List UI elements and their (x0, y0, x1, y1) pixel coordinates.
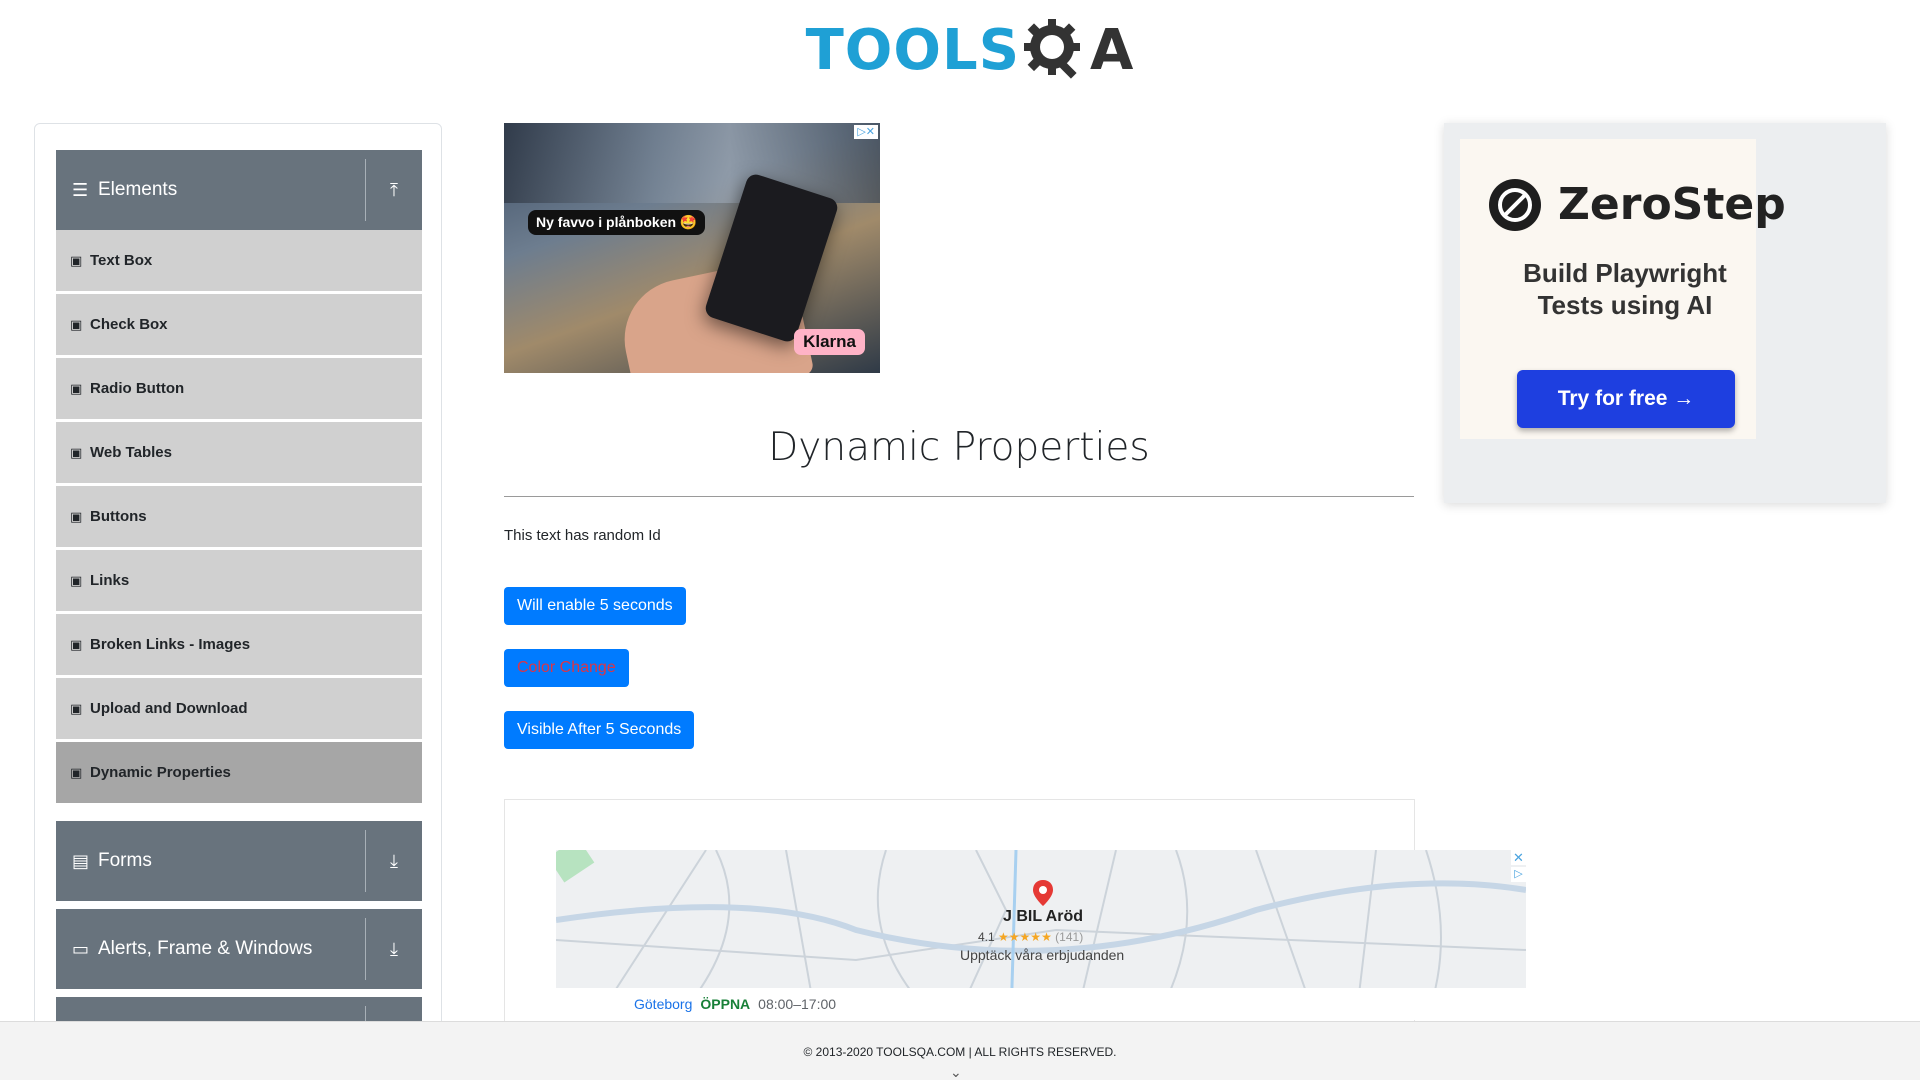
group-label: Elements (98, 179, 178, 200)
item-label: Buttons (90, 508, 147, 525)
star-icons: ★★★★★ (998, 930, 1052, 944)
copyright-text: © 2013-2020 TOOLSQA.COM | ALL RIGHTS RES… (803, 1045, 1117, 1059)
sidebar-item-web-tables[interactable]: ▣ Web Tables (56, 422, 422, 484)
rating-value: 4.1 (978, 930, 995, 944)
html-badge-icon: ▣ (70, 316, 83, 332)
item-label: Radio Button (90, 380, 185, 397)
ad-caption: Ny favvo i plånboken 🤩 (528, 210, 706, 235)
adchoices-icon[interactable]: ▷ (1511, 867, 1526, 882)
item-label: Check Box (90, 316, 168, 333)
header: TOOLS A (0, 0, 1920, 100)
random-id-text: This text has random Id (504, 527, 661, 544)
divider (365, 159, 366, 221)
sidebar-item-links[interactable]: ▣ Links (56, 550, 422, 612)
business-name[interactable]: J BIL Aröd (1003, 908, 1083, 926)
enable-after-button[interactable]: Will enable 5 seconds (504, 587, 686, 625)
group-label: Forms (98, 850, 152, 871)
hamburger-icon: ☰ (72, 179, 89, 200)
sidebar-item-radio-button[interactable]: ▣ Radio Button (56, 358, 422, 420)
ad-background (504, 123, 880, 203)
download-arrow-icon: ⤓ (390, 938, 398, 959)
logo-text-a: A (1090, 17, 1135, 83)
review-count: (141) (1055, 930, 1084, 944)
sidebar: ☰ Elements ⤒ ▣ Text Box ▣ Check Box ▣ Ra… (34, 123, 442, 1033)
divider (365, 830, 366, 892)
upload-arrow-icon: ⤒ (390, 179, 398, 200)
html-badge-icon: ▣ (70, 764, 83, 780)
opening-hours: 08:00–17:00 (758, 996, 837, 1012)
item-label: Links (90, 572, 130, 589)
html-badge-icon: ▣ (70, 636, 83, 652)
toolsqa-logo[interactable]: TOOLS A (806, 17, 1135, 83)
title-divider (504, 496, 1414, 497)
sidebar-item-upload-download[interactable]: ▣ Upload and Download (56, 678, 422, 740)
ad-panel: ZeroStep Build Playwright Tests using AI… (1460, 139, 1786, 439)
html-badge-icon: ▣ (70, 572, 83, 588)
map-ad-info-bar[interactable]: Göteborg ÖPPNA 08:00–17:00 (556, 988, 1526, 1020)
window-icon: ▭ (72, 938, 90, 959)
item-label: Text Box (90, 252, 153, 269)
item-label: Upload and Download (90, 700, 248, 717)
zerostep-logo-icon (1489, 179, 1541, 231)
sidebar-group-alerts[interactable]: ▭ Alerts, Frame & Windows ⤓ (56, 909, 422, 989)
location-pin-icon (1033, 880, 1053, 906)
subtitle-line: Tests using AI (1537, 290, 1713, 320)
item-label: Web Tables (90, 444, 172, 461)
klarna-logo: Klarna (794, 329, 865, 355)
close-icon[interactable]: ✕ (1511, 850, 1526, 865)
html-badge-icon: ▣ (70, 444, 83, 460)
html-badge-icon: ▣ (70, 380, 83, 396)
html-badge-icon: ▣ (70, 700, 83, 716)
offer-text[interactable]: Upptäck våra erbjudanden (960, 947, 1124, 963)
download-arrow-icon: ⤓ (390, 850, 398, 871)
logo-text-tools: TOOLS (805, 17, 1021, 83)
klarna-ad[interactable]: Ny favvo i plånboken 🤩 Klarna ▷✕ (504, 123, 880, 373)
try-for-free-button[interactable]: Try for free → (1517, 370, 1735, 428)
sidebar-group-forms[interactable]: ▤ Forms ⤓ (56, 821, 422, 901)
city-label: Göteborg (634, 996, 693, 1012)
document-icon: ▤ (72, 850, 90, 871)
subtitle-line: Build Playwright (1523, 258, 1727, 288)
open-status: ÖPPNA (700, 996, 751, 1012)
group-label: Alerts, Frame & Windows (98, 938, 313, 959)
gear-q-icon (1024, 19, 1081, 79)
html-badge-icon: ▣ (70, 252, 83, 268)
business-rating: 4.1 ★★★★★ (141) (978, 930, 1083, 944)
adchoices-icon[interactable]: ▷✕ (854, 125, 878, 139)
zerostep-name: ZeroStep (1558, 179, 1786, 230)
divider (365, 918, 366, 980)
zerostep-ad[interactable]: ZeroStep Build Playwright Tests using AI… (1444, 123, 1886, 503)
logo-q-part: A (1020, 17, 1134, 83)
footer: © 2013-2020 TOOLSQA.COM | ALL RIGHTS RES… (0, 1021, 1920, 1080)
page-title: Dynamic Properties (768, 425, 1150, 470)
sidebar-item-broken-links[interactable]: ▣ Broken Links - Images (56, 614, 422, 676)
item-label: Dynamic Properties (90, 764, 231, 781)
ad-subtitle: Build Playwright Tests using AI (1460, 257, 1790, 321)
sidebar-item-text-box[interactable]: ▣ Text Box (56, 230, 422, 292)
sidebar-group-elements[interactable]: ☰ Elements ⤒ (56, 150, 422, 230)
item-label: Broken Links - Images (90, 636, 251, 653)
chevron-down-icon[interactable]: ⌄ (950, 1064, 962, 1081)
sidebar-item-buttons[interactable]: ▣ Buttons (56, 486, 422, 548)
sidebar-item-dynamic-properties[interactable]: ▣ Dynamic Properties (56, 742, 422, 804)
color-change-button[interactable]: Color Change (504, 649, 629, 687)
visible-after-button[interactable]: Visible After 5 Seconds (504, 711, 695, 749)
sidebar-item-check-box[interactable]: ▣ Check Box (56, 294, 422, 356)
html-badge-icon: ▣ (70, 508, 83, 524)
